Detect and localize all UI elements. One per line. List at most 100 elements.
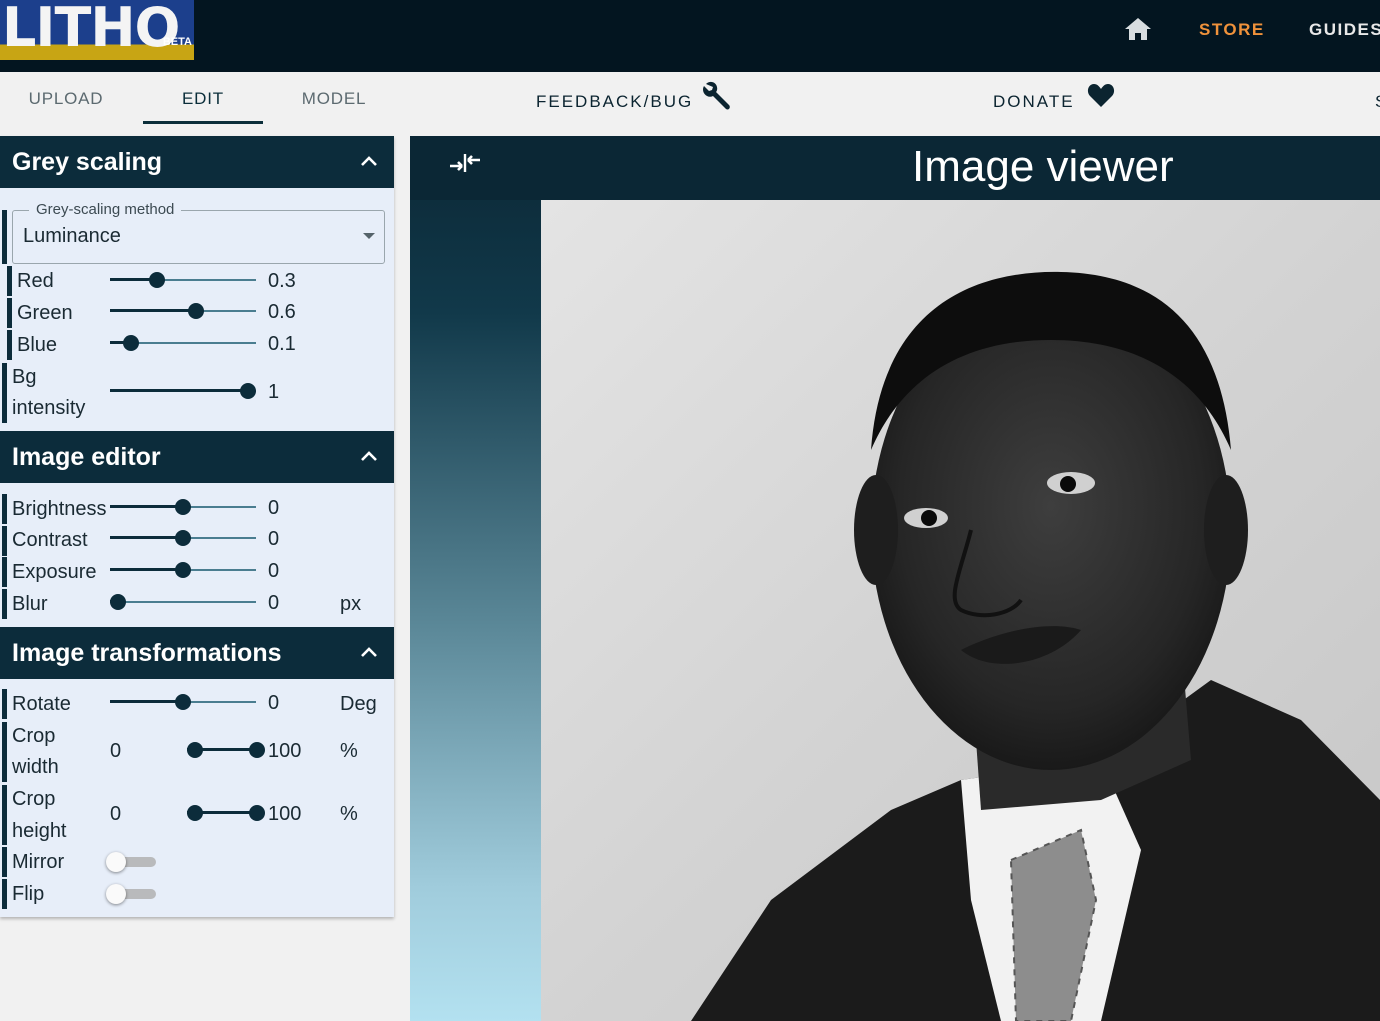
slider-thumb[interactable] [175,562,191,578]
field-accent-bar [7,266,12,296]
bg-intensity-value: 1 [268,381,280,403]
portrait-image[interactable] [541,200,1380,1021]
truncated-nav-link[interactable]: S [1375,92,1380,112]
slider-thumb-min[interactable] [187,805,203,821]
red-label: Red [17,270,54,292]
contrast-label: Contrast [12,529,88,551]
feedback-bug-link[interactable]: FEEDBACK/BUG [536,92,693,112]
section-title: Image transformations [12,639,282,667]
crop-width-min-value: 0 [110,740,122,762]
crop-width-label-line1: Crop [12,725,56,747]
chevron-up-icon[interactable] [360,154,378,168]
flip-toggle[interactable] [106,884,156,904]
image-transformations-header[interactable]: Image transformations [0,627,394,679]
crop-height-label-line2: height [12,820,67,842]
field-accent-bar [2,589,7,619]
logo-wordmark: LITHO [2,0,180,59]
bg-intensity-label-line2: intensity [12,397,86,419]
viewer-title: Image viewer [912,142,1174,191]
tab-upload[interactable]: UPLOAD [6,89,126,109]
crop-width-range-slider[interactable] [187,742,265,758]
store-link[interactable]: STORE [1199,20,1265,40]
slider-thumb[interactable] [110,594,126,610]
field-accent-bar [2,722,7,782]
guides-link[interactable]: GUIDES [1309,20,1380,40]
collapse-arrows-icon[interactable] [448,150,482,180]
brightness-value: 0 [268,497,280,519]
blur-value: 0 [268,592,280,614]
field-accent-bar [2,847,7,877]
grey-scaling-header[interactable]: Grey scaling [0,136,394,188]
slider-thumb[interactable] [175,530,191,546]
blue-slider[interactable] [110,335,256,351]
exposure-slider[interactable] [110,562,256,578]
field-accent-bar [7,330,12,360]
exposure-label: Exposure [12,561,97,583]
active-tab-indicator [143,121,263,124]
slider-fill [110,309,196,312]
crop-width-max-value: 100 [268,740,302,762]
field-accent-bar [7,298,12,328]
field-accent-bar [2,785,7,845]
top-app-bar: LITHO BETA STORE GUIDES [0,0,1380,72]
crop-height-min-value: 0 [110,803,122,825]
heart-icon[interactable] [1087,82,1115,108]
toggle-knob[interactable] [106,884,126,904]
viewer-header-band [410,136,1380,200]
slider-thumb[interactable] [240,383,256,399]
wrench-icon[interactable] [700,80,734,114]
slider-fill [110,536,183,539]
home-icon[interactable] [1124,16,1152,42]
blur-slider[interactable] [110,594,256,610]
chevron-up-icon[interactable] [360,645,378,659]
edit-controls-panel: Grey scaling Grey-scaling method Luminan… [0,136,394,917]
rotate-value: 0 [268,692,280,714]
slider-thumb-min[interactable] [187,742,203,758]
slider-thumb-max[interactable] [249,742,265,758]
slider-thumb[interactable] [188,303,204,319]
chevron-up-icon[interactable] [360,449,378,463]
main-tab-row: UPLOAD EDIT MODEL FEEDBACK/BUG DONATE S [0,72,1380,128]
slider-thumb[interactable] [175,499,191,515]
grey-scaling-method-select[interactable]: Grey-scaling method Luminance [12,201,385,264]
crop-height-label-line1: Crop [12,788,56,810]
brightness-slider[interactable] [110,499,256,515]
field-accent-bar [2,494,7,524]
bg-intensity-slider[interactable] [110,383,256,399]
slider-fill [110,568,183,571]
section-title: Grey scaling [12,148,163,176]
select-legend: Grey-scaling method [29,201,182,218]
image-editor-header[interactable]: Image editor [0,431,394,483]
blue-label: Blue [17,334,58,356]
crop-height-range-slider[interactable] [187,805,265,821]
blur-unit: px [340,593,362,615]
toggle-knob[interactable] [106,852,126,872]
donate-link[interactable]: DONATE [993,92,1075,112]
bg-intensity-label-line1: Bg [12,366,37,388]
slider-fill [110,505,183,508]
green-label: Green [17,302,73,324]
rotate-label: Rotate [12,693,71,715]
slider-thumb-max[interactable] [249,805,265,821]
litho-logo[interactable]: LITHO BETA [0,0,194,60]
slider-thumb[interactable] [175,694,191,710]
slider-thumb[interactable] [123,335,139,351]
green-slider[interactable] [110,303,256,319]
blue-value: 0.1 [268,333,296,355]
rotate-slider[interactable] [110,694,256,710]
green-value: 0.6 [268,301,296,323]
rotate-unit: Deg [340,693,377,715]
tab-edit[interactable]: EDIT [143,89,263,109]
tab-model[interactable]: MODEL [274,89,394,109]
logo-beta-badge: BETA [162,36,192,48]
field-accent-bar [2,210,7,264]
mirror-toggle[interactable] [106,852,156,872]
blur-label: Blur [12,593,48,615]
slider-track [110,601,256,603]
crop-width-label-line2: width [12,756,59,778]
slider-thumb[interactable] [149,272,165,288]
red-slider[interactable] [110,272,256,288]
field-accent-bar [2,557,7,587]
contrast-slider[interactable] [110,530,256,546]
exposure-value: 0 [268,560,280,582]
